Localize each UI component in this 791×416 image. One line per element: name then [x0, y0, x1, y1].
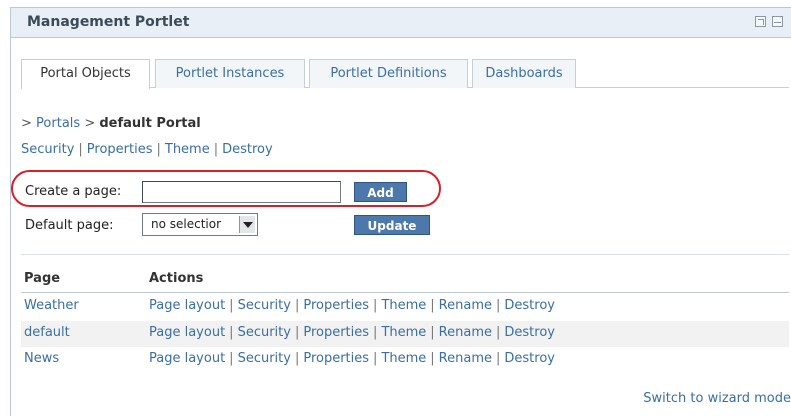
page-rename-link[interactable]: Rename	[439, 351, 492, 366]
tab-portlet-definitions[interactable]: Portlet Definitions	[309, 59, 468, 88]
create-page-input[interactable]	[142, 181, 341, 203]
link-separator: |	[430, 325, 435, 340]
link-separator: |	[496, 298, 501, 313]
create-page-label: Create a page:	[25, 184, 122, 199]
link-separator: |	[78, 142, 83, 157]
page-security-link[interactable]: Security	[238, 351, 291, 366]
page-actions: Page layout | Security | Properties | Theme | Re…	[149, 298, 555, 313]
chevron-down-icon[interactable]	[239, 216, 255, 233]
portal-action-links: Security | Properties | Theme | Destroy	[21, 142, 273, 157]
default-page-select[interactable]: no selectior	[142, 213, 258, 236]
breadcrumb-current: default Portal	[99, 116, 201, 131]
link-separator: |	[496, 351, 501, 366]
page-properties-link[interactable]: Properties	[303, 325, 369, 340]
add-page-button[interactable]: Add	[354, 182, 407, 202]
page-destroy-link[interactable]: Destroy	[504, 351, 555, 366]
tab-portal-objects[interactable]: Portal Objects	[21, 59, 150, 89]
page-name-link[interactable]: default	[24, 325, 70, 340]
link-separator: |	[294, 298, 300, 313]
breadcrumb-portals-link[interactable]: Portals	[36, 116, 80, 131]
page-theme-link[interactable]: Theme	[381, 351, 426, 366]
page-layout-link[interactable]: Page layout	[149, 351, 225, 366]
management-portlet: Management Portlet Portal Objects Portle…	[10, 7, 791, 416]
page-theme-link[interactable]: Theme	[381, 298, 426, 313]
tab-dashboards[interactable]: Dashboards	[472, 59, 576, 88]
maximize-icon[interactable]	[755, 16, 766, 27]
section-divider	[21, 254, 789, 255]
page-destroy-link[interactable]: Destroy	[504, 298, 555, 313]
page-security-link[interactable]: Security	[238, 298, 291, 313]
page-properties-link[interactable]: Properties	[303, 351, 369, 366]
link-separator: |	[156, 142, 161, 157]
link-separator: |	[229, 325, 234, 340]
link-separator: |	[213, 142, 219, 157]
default-page-label: Default page:	[25, 218, 114, 233]
page-actions: Page layout | Security | Properties | Theme | Re…	[149, 351, 555, 366]
link-separator: |	[229, 351, 234, 366]
breadcrumb: > Portals > default Portal	[21, 116, 201, 131]
tab-bar: Portal Objects Portlet Instances Portlet…	[21, 59, 789, 89]
page-name-link[interactable]: Weather	[24, 298, 79, 313]
table-row: default Page layout | Security | Properties |…	[21, 321, 789, 347]
page-security-link[interactable]: Security	[238, 325, 291, 340]
page-actions: Page layout | Security | Properties | Theme | Re…	[149, 325, 555, 340]
minimize-icon[interactable]	[772, 16, 783, 27]
breadcrumb-separator: >	[21, 116, 32, 131]
default-page-selected: no selectior	[151, 217, 222, 231]
portlet-titlebar: Management Portlet	[11, 7, 791, 38]
update-button[interactable]: Update	[354, 215, 430, 235]
portlet-title: Management Portlet	[27, 14, 190, 30]
breadcrumb-separator: >	[84, 116, 96, 131]
column-header-actions: Actions	[149, 271, 204, 286]
link-separator: |	[430, 351, 435, 366]
column-header-page: Page	[24, 271, 61, 286]
table-row: News Page layout | Security | Properties | The…	[21, 347, 789, 373]
page-theme-link[interactable]: Theme	[381, 325, 426, 340]
link-separator: |	[373, 325, 378, 340]
portal-destroy-link[interactable]: Destroy	[222, 142, 273, 157]
page-rename-link[interactable]: Rename	[439, 325, 492, 340]
table-row: Weather Page layout | Security | Properties |…	[21, 294, 789, 320]
link-separator: |	[294, 325, 300, 340]
portlet-window-controls	[755, 16, 783, 27]
pages-table-header: Page Actions	[21, 271, 789, 293]
page-destroy-link[interactable]: Destroy	[504, 325, 555, 340]
portal-properties-link[interactable]: Properties	[87, 142, 153, 157]
link-separator: |	[229, 298, 234, 313]
link-separator: |	[496, 325, 501, 340]
portal-security-link[interactable]: Security	[21, 142, 74, 157]
page-rename-link[interactable]: Rename	[439, 298, 492, 313]
tab-portlet-instances[interactable]: Portlet Instances	[155, 59, 305, 88]
portal-theme-link[interactable]: Theme	[165, 142, 210, 157]
page-properties-link[interactable]: Properties	[303, 298, 369, 313]
link-separator: |	[373, 351, 378, 366]
page-name-link[interactable]: News	[24, 351, 59, 366]
page-layout-link[interactable]: Page layout	[149, 325, 225, 340]
switch-to-wizard-mode-link[interactable]: Switch to wizard mode	[643, 391, 791, 406]
link-separator: |	[294, 351, 300, 366]
link-separator: |	[373, 298, 378, 313]
link-separator: |	[430, 298, 435, 313]
page-layout-link[interactable]: Page layout	[149, 298, 225, 313]
